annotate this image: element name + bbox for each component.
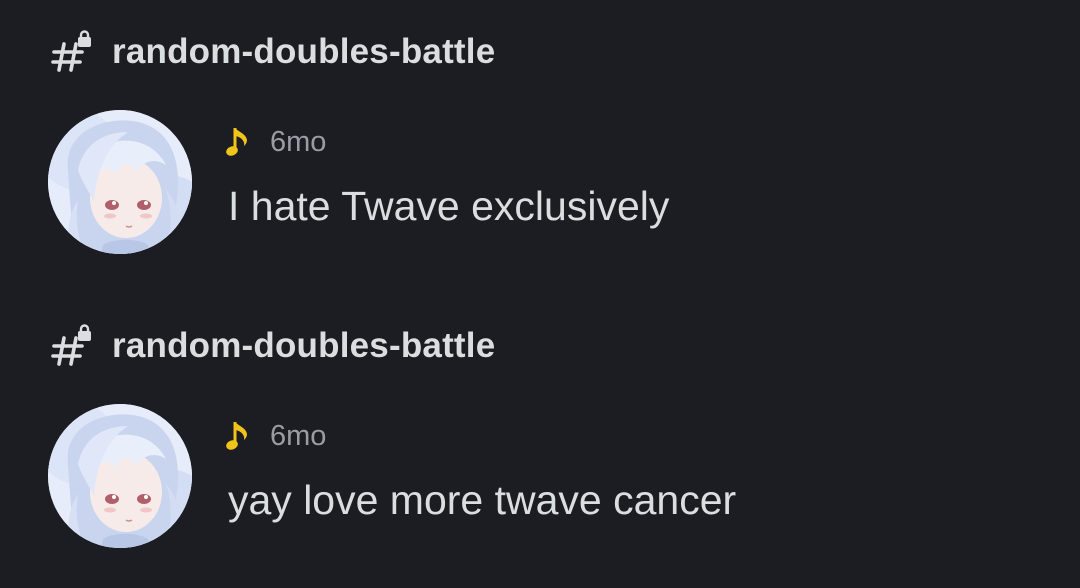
- mention-item[interactable]: random-doubles-battle 6mo I hate Twave e…: [0, 0, 1080, 294]
- avatar[interactable]: [48, 404, 192, 548]
- message-meta: 6mo: [226, 416, 326, 456]
- message-text: I hate Twave exclusively: [228, 183, 670, 229]
- message-text: yay love more twave cancer: [228, 477, 737, 523]
- locked-channel-hash-icon: [50, 324, 94, 368]
- avatar[interactable]: [48, 110, 192, 254]
- channel-header[interactable]: random-doubles-battle: [50, 24, 495, 80]
- music-note-icon: [226, 124, 250, 160]
- locked-channel-hash-icon: [50, 30, 94, 74]
- channel-name[interactable]: random-doubles-battle: [112, 326, 495, 366]
- channel-header[interactable]: random-doubles-battle: [50, 318, 495, 374]
- timestamp: 6mo: [270, 419, 327, 452]
- music-note-icon: [226, 418, 250, 454]
- mention-item[interactable]: random-doubles-battle 6mo yay love more …: [0, 294, 1080, 588]
- message-meta: 6mo: [226, 122, 326, 162]
- timestamp: 6mo: [270, 125, 327, 158]
- channel-name[interactable]: random-doubles-battle: [112, 32, 495, 72]
